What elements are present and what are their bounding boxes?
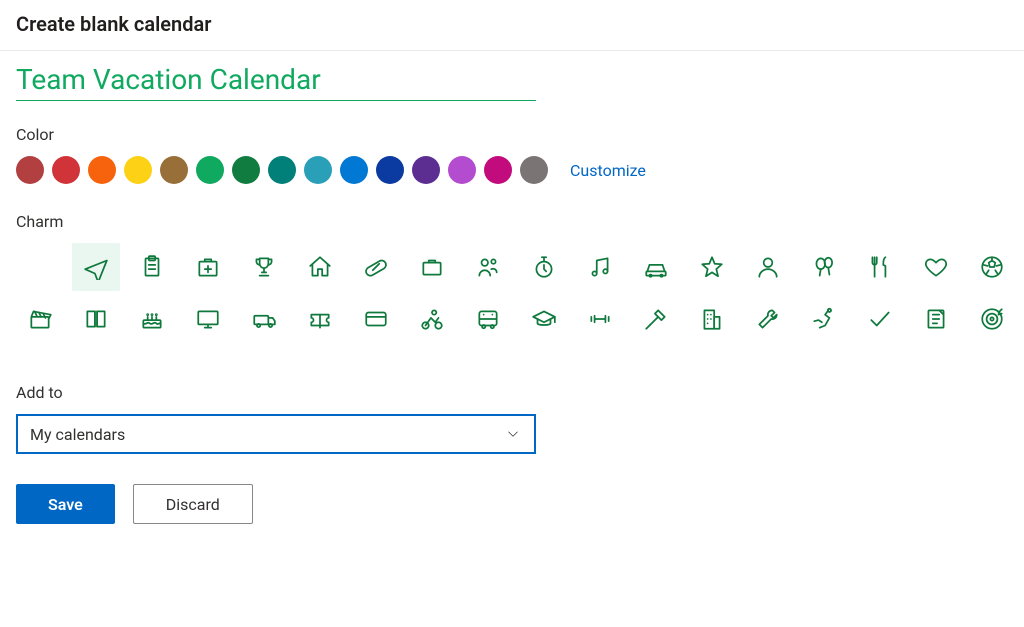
airplane-icon[interactable] <box>72 243 120 291</box>
discard-button[interactable]: Discard <box>133 484 253 524</box>
bus-icon[interactable] <box>464 295 512 343</box>
color-swatch-8[interactable] <box>304 156 332 184</box>
running-icon[interactable] <box>800 295 848 343</box>
color-swatch-2[interactable] <box>88 156 116 184</box>
color-swatch-4[interactable] <box>160 156 188 184</box>
people-icon[interactable] <box>464 243 512 291</box>
color-swatch-11[interactable] <box>412 156 440 184</box>
color-swatch-10[interactable] <box>376 156 404 184</box>
star-icon[interactable] <box>688 243 736 291</box>
trophy-icon[interactable] <box>240 243 288 291</box>
graduation-icon[interactable] <box>520 295 568 343</box>
color-swatch-9[interactable] <box>340 156 368 184</box>
charm-grid <box>16 243 1008 343</box>
notebook-icon[interactable] <box>912 295 960 343</box>
cycling-icon[interactable] <box>408 295 456 343</box>
checkmark-icon[interactable] <box>856 295 904 343</box>
car-icon[interactable] <box>632 243 680 291</box>
color-label: Color <box>16 125 1008 144</box>
target-icon[interactable] <box>968 295 1016 343</box>
page-title: Create blank calendar <box>0 0 1024 51</box>
save-button[interactable]: Save <box>16 484 115 524</box>
charm-none[interactable] <box>16 243 64 291</box>
balloons-icon[interactable] <box>800 243 848 291</box>
soccer-icon[interactable] <box>968 243 1016 291</box>
color-swatch-0[interactable] <box>16 156 44 184</box>
pill-icon[interactable] <box>352 243 400 291</box>
clipboard-icon[interactable] <box>128 243 176 291</box>
addto-value: My calendars <box>30 425 125 444</box>
calendar-name-input[interactable] <box>16 61 536 101</box>
chevron-down-icon <box>504 425 522 443</box>
clapper-icon[interactable] <box>16 295 64 343</box>
cake-icon[interactable] <box>128 295 176 343</box>
book-icon[interactable] <box>72 295 120 343</box>
briefcase-icon[interactable] <box>408 243 456 291</box>
van-icon[interactable] <box>240 295 288 343</box>
addto-dropdown[interactable]: My calendars <box>16 414 536 454</box>
tools-icon[interactable] <box>632 295 680 343</box>
dumbbell-icon[interactable] <box>576 295 624 343</box>
home-icon[interactable] <box>296 243 344 291</box>
utensils-icon[interactable] <box>856 243 904 291</box>
creditcard-icon[interactable] <box>352 295 400 343</box>
stopwatch-icon[interactable] <box>520 243 568 291</box>
firstaid-icon[interactable] <box>184 243 232 291</box>
monitor-icon[interactable] <box>184 295 232 343</box>
color-swatch-13[interactable] <box>484 156 512 184</box>
color-swatch-6[interactable] <box>232 156 260 184</box>
color-swatch-5[interactable] <box>196 156 224 184</box>
color-swatch-14[interactable] <box>520 156 548 184</box>
color-swatch-1[interactable] <box>52 156 80 184</box>
charm-label: Charm <box>16 212 1008 231</box>
color-row: Customize <box>16 156 1008 184</box>
music-icon[interactable] <box>576 243 624 291</box>
color-swatch-12[interactable] <box>448 156 476 184</box>
customize-link[interactable]: Customize <box>570 161 646 180</box>
building-icon[interactable] <box>688 295 736 343</box>
ticket-icon[interactable] <box>296 295 344 343</box>
person-icon[interactable] <box>744 243 792 291</box>
addto-label: Add to <box>16 383 1008 402</box>
color-swatch-3[interactable] <box>124 156 152 184</box>
heart-icon[interactable] <box>912 243 960 291</box>
color-swatch-7[interactable] <box>268 156 296 184</box>
wrench-icon[interactable] <box>744 295 792 343</box>
